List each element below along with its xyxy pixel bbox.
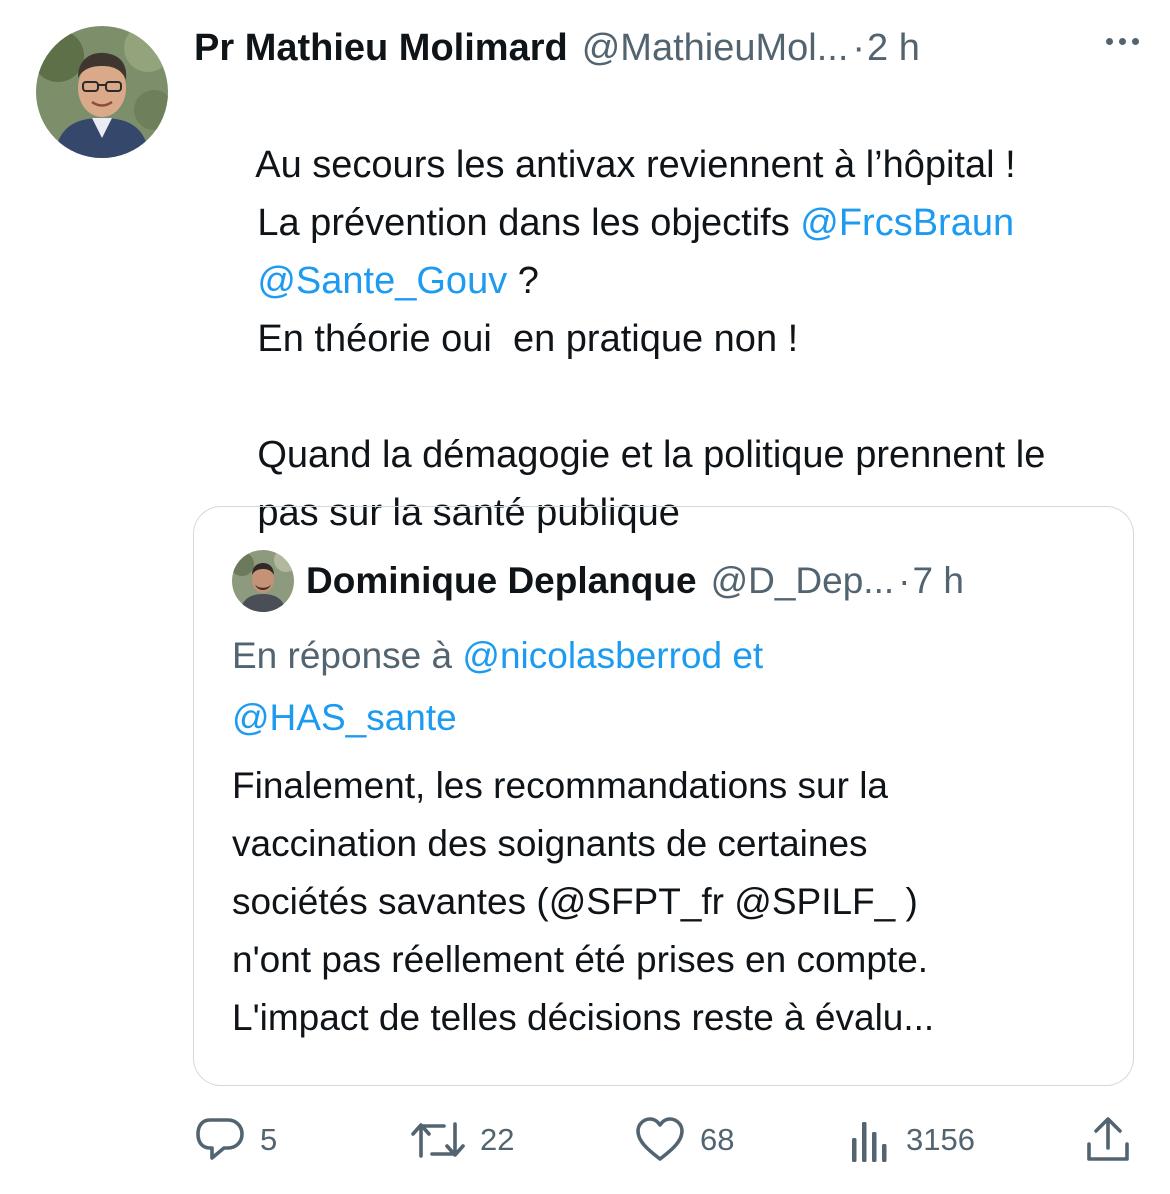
views-button[interactable]: 3156 [848,1112,975,1168]
quoted-tweet[interactable]: Dominique Deplanque @D_Dep... · 7 h En r… [193,506,1134,1086]
quoted-author-avatar[interactable] [232,550,294,612]
quoted-author-handle[interactable]: @D_Dep... [711,560,895,602]
quoted-author-avatar-image [232,550,294,612]
retweet-count: 22 [480,1122,515,1157]
quoted-author-name[interactable]: Dominique Deplanque [306,560,697,602]
reply-context: En réponse à @nicolasberrod et @HAS_sante [232,625,1102,749]
author-name[interactable]: Pr Mathieu Molimard [194,22,568,74]
retweet-button[interactable]: 22 [410,1112,514,1168]
reply-count: 5 [260,1122,278,1157]
reply-icon [196,1118,244,1160]
mention-link[interactable]: @Sante_Gouv [257,260,507,302]
reply-joiner: et [722,635,764,676]
quoted-text-line: Finalement, les recommandations sur la [232,765,889,806]
like-count: 68 [700,1122,735,1157]
retweet-icon [411,1122,465,1158]
more-icon[interactable] [1106,38,1139,45]
tweet-text-line: Quand la démagogie et la politique prenn… [194,368,1144,476]
quoted-text-line: sociétés savantes (@SFPT_fr @SPILF_ ) [232,881,918,922]
tweet-time[interactable]: 2 h [867,22,920,74]
quoted-tweet-header: Dominique Deplanque @D_Dep... · 7 h [232,550,1112,612]
views-count: 3156 [906,1122,975,1157]
share-icon [1087,1117,1129,1161]
reply-button[interactable]: 5 [194,1112,277,1168]
separator-dot: · [898,560,911,601]
action-bar: 5 22 68 3156 [0,1112,1170,1168]
heart-icon [636,1117,684,1161]
text-span: Quand la démagogie et la politique prenn… [257,434,1046,476]
tweet: Pr Mathieu Molimard @MathieuMol... · 2 h… [0,0,1170,1194]
mention-link[interactable]: @HAS_sante [232,697,457,738]
text-span: En théorie oui en pratique non ! [257,318,799,360]
quoted-tweet-text: Finalement, les recommandations sur la v… [232,757,1112,1047]
like-button[interactable]: 68 [634,1112,734,1168]
tweet-header: Pr Mathieu Molimard @MathieuMol... · 2 h [194,22,1139,74]
mention-link[interactable]: @FrcsBraun [800,202,1014,244]
mention-link[interactable]: @nicolasberrod [462,635,722,676]
reply-prefix: En réponse à [232,635,463,676]
share-button[interactable] [1084,1112,1132,1168]
quoted-text-line: n'ont pas réellement été prises en compt… [232,939,929,980]
author-avatar[interactable] [36,26,168,158]
author-handle[interactable]: @MathieuMol... [582,22,849,74]
quoted-tweet-time[interactable]: 7 h [912,560,963,602]
tweet-text: Au secours les antivax reviennent à l’hô… [194,78,1144,534]
views-icon [852,1122,887,1162]
tweet-text-line: Au secours les antivax reviennent à l’hô… [194,78,1144,186]
quoted-text-line: L'impact de telles décisions reste à éva… [232,997,935,1038]
text-span: ? [507,260,539,302]
separator-dot: · [852,27,866,69]
author-avatar-image [36,26,168,158]
text-span: Au secours les antivax reviennent à l’hô… [255,144,1016,186]
quoted-text-line: vaccination des soignants de certaines [232,823,868,864]
text-span: La prévention dans les objectifs [257,202,801,244]
